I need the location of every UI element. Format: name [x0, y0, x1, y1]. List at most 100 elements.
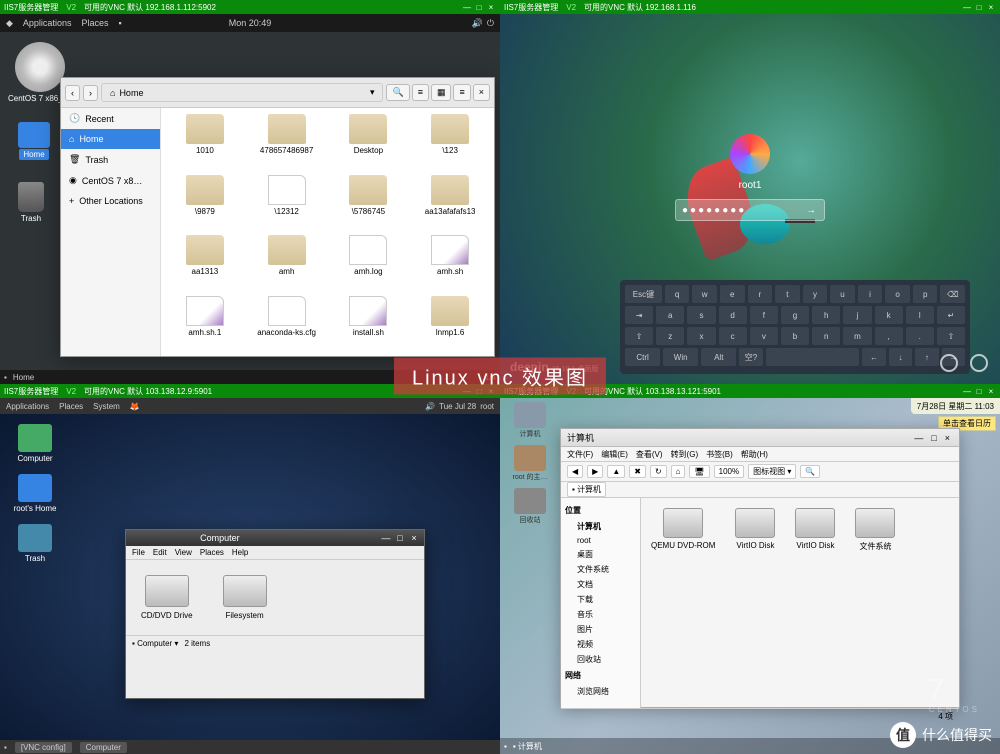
menu-item[interactable]: 帮助(H) — [741, 449, 768, 460]
home-desktop-icon[interactable]: root's Home — [10, 474, 60, 513]
max-btn[interactable]: □ — [474, 3, 484, 12]
key[interactable]: j — [843, 306, 871, 324]
trash-desktop-icon[interactable]: 回收站 — [504, 488, 556, 525]
file-item[interactable]: amh.sh.1 — [167, 296, 243, 351]
file-item[interactable]: lnmp1.6 — [412, 296, 488, 351]
key[interactable]: n — [812, 327, 840, 345]
cd-icon[interactable] — [15, 42, 65, 92]
file-item[interactable]: amh.sh — [412, 235, 488, 290]
key[interactable]: y — [803, 285, 828, 303]
search-button[interactable]: 🔍 — [386, 84, 409, 101]
max-btn[interactable]: □ — [394, 533, 406, 543]
stop-button[interactable]: ✖ — [629, 465, 646, 478]
key[interactable]: g — [781, 306, 809, 324]
home-button[interactable]: ⌂ — [671, 465, 686, 478]
grid-view-button[interactable]: ▦ — [431, 84, 452, 101]
view-mode[interactable]: 图标视图 ▾ — [748, 464, 796, 479]
key[interactable]: ↵ — [937, 306, 965, 324]
close-button[interactable]: × — [473, 84, 490, 101]
key[interactable]: ⇧ — [937, 327, 965, 345]
forward-button[interactable]: ▶ — [587, 465, 603, 478]
up-button[interactable]: ▲ — [607, 465, 625, 478]
menu-item[interactable]: View — [175, 548, 192, 557]
key[interactable]: o — [885, 285, 910, 303]
file-item[interactable]: 478657486987 — [249, 114, 325, 169]
key[interactable]: x — [687, 327, 715, 345]
task-home[interactable]: Home — [13, 373, 34, 382]
key[interactable]: ⇧ — [625, 327, 653, 345]
key[interactable]: l — [906, 306, 934, 324]
key[interactable]: k — [875, 306, 903, 324]
menu-button[interactable]: ≡ — [453, 84, 470, 101]
key[interactable]: p — [913, 285, 938, 303]
volume-icon[interactable]: 🔊 — [472, 18, 483, 29]
key[interactable]: f — [750, 306, 778, 324]
file-item[interactable]: amh — [249, 235, 325, 290]
key[interactable]: i — [858, 285, 883, 303]
places-menu[interactable]: Places — [59, 402, 83, 411]
show-desktop[interactable]: ▪ — [504, 742, 507, 751]
sidebar-item[interactable]: 文件系统 — [565, 562, 636, 577]
key[interactable]: , — [875, 327, 903, 345]
places-menu[interactable]: Places — [81, 18, 108, 28]
keyboard-toggle-icon[interactable] — [940, 354, 958, 372]
activities-btn[interactable]: ◆ — [6, 18, 13, 29]
drive-item[interactable]: VirtIO Disk — [735, 508, 775, 698]
sidebar-item[interactable]: 文档 — [565, 577, 636, 592]
back-button[interactable]: ‹ — [65, 85, 80, 101]
clock[interactable]: Mon 20:49 — [229, 18, 272, 28]
key[interactable]: a — [656, 306, 684, 324]
menu-item[interactable]: File — [132, 548, 145, 557]
menu-item[interactable]: 查看(V) — [636, 449, 663, 460]
sidebar-item[interactable]: 视频 — [565, 637, 636, 652]
sidebar-item[interactable]: root — [565, 534, 636, 547]
file-item[interactable]: amh.log — [331, 235, 407, 290]
home-desktop-icon[interactable]: root 的主… — [504, 445, 556, 482]
drive-item[interactable]: VirtIO Disk — [795, 508, 835, 698]
applications-menu[interactable]: Applications — [23, 18, 72, 28]
key[interactable]: c — [719, 327, 747, 345]
reload-button[interactable]: ↻ — [650, 465, 667, 478]
key[interactable]: ↓ — [889, 348, 912, 366]
drive-item[interactable]: Filesystem — [223, 575, 267, 620]
task-computer[interactable]: ▪ 计算机 — [513, 741, 542, 752]
computer-button[interactable]: 🖥 — [689, 465, 709, 478]
volume-icon[interactable]: 🔊 — [425, 402, 435, 411]
key[interactable]: u — [830, 285, 855, 303]
computer-desktop-icon[interactable]: 计算机 — [504, 402, 556, 439]
key[interactable]: ⇥ — [625, 306, 653, 324]
power-icon[interactable]: ⏻ — [487, 18, 494, 29]
max-btn[interactable]: □ — [928, 433, 939, 443]
show-desktop[interactable]: ▪ — [4, 743, 7, 752]
password-input[interactable]: ●●●●●●●●→ — [675, 199, 825, 221]
menu-item[interactable]: Places — [200, 548, 224, 557]
file-item[interactable]: 1010 — [167, 114, 243, 169]
file-item[interactable]: aa13afafafs13 — [412, 175, 488, 230]
file-item[interactable]: install.sh — [331, 296, 407, 351]
sidebar-item[interactable]: 回收站 — [565, 652, 636, 667]
zoom-display[interactable]: 100% — [714, 465, 744, 478]
file-item[interactable]: \12312 — [249, 175, 325, 230]
terminal-icon[interactable]: ▪ — [118, 18, 121, 28]
back-button[interactable]: ◀ — [567, 465, 583, 478]
task-computer[interactable]: Computer — [80, 742, 127, 753]
key[interactable]: r — [748, 285, 773, 303]
drive-item[interactable]: QEMU DVD-ROM — [651, 508, 715, 698]
sidebar-centos[interactable]: ◉ CentOS 7 x8… — [61, 170, 160, 191]
min-btn[interactable]: — — [380, 533, 392, 543]
file-item[interactable]: Desktop — [331, 114, 407, 169]
min-btn[interactable]: — — [462, 3, 472, 12]
key[interactable]: Ctrl — [625, 348, 660, 366]
trash-desktop-icon[interactable]: Trash — [18, 182, 44, 223]
file-item[interactable]: \9879 — [167, 175, 243, 230]
close-btn[interactable]: × — [408, 533, 420, 543]
path-bar[interactable]: ⌂Home▾ — [101, 83, 383, 102]
sidebar-other[interactable]: + Other Locations — [61, 191, 160, 211]
drive-item[interactable]: 文件系统 — [855, 508, 895, 698]
file-item[interactable]: \123 — [412, 114, 488, 169]
trash-desktop-icon[interactable]: Trash — [10, 524, 60, 563]
location-crumb[interactable]: ▪ 计算机 — [567, 482, 606, 497]
key[interactable]: v — [750, 327, 778, 345]
key[interactable]: Esc键 — [625, 285, 662, 303]
browser-icon[interactable]: 🦊 — [130, 402, 140, 411]
